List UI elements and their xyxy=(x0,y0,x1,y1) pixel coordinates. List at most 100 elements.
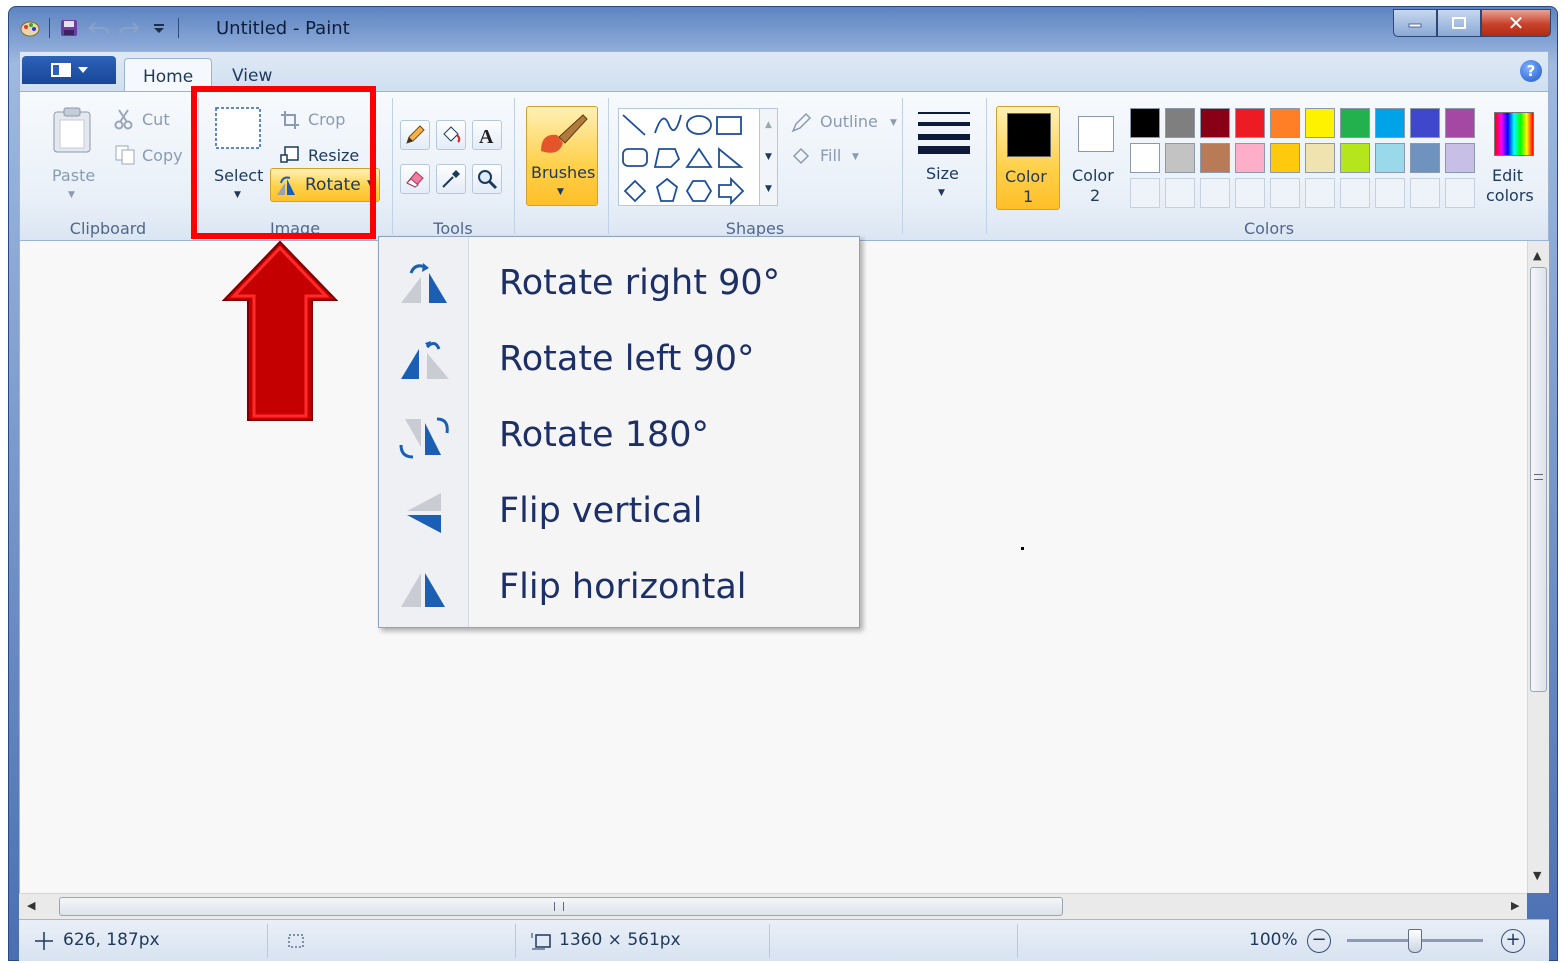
cut-button[interactable]: Cut xyxy=(114,108,194,136)
maximize-button[interactable] xyxy=(1437,9,1481,37)
shapes-group: ▲ ▼ ▼ Outline ▼ Fill ▼ Shapes xyxy=(610,92,900,240)
custom-color-slot[interactable] xyxy=(1445,178,1475,208)
palette-swatch[interactable] xyxy=(1235,108,1265,138)
zoom-out-button[interactable]: − xyxy=(1307,929,1331,953)
color-picker-tool[interactable] xyxy=(436,164,466,194)
zoom-in-icon: + xyxy=(1505,929,1521,950)
canvas-size: 1360 × 561px xyxy=(559,930,681,950)
quick-access-toolbar xyxy=(19,17,179,39)
rotate-180-icon xyxy=(399,417,449,459)
magnifier-tool[interactable] xyxy=(472,164,502,194)
title-bar: Untitled - Paint ✕ xyxy=(9,7,1557,51)
minimize-button[interactable] xyxy=(1393,9,1437,37)
custom-color-slot[interactable] xyxy=(1130,178,1160,208)
color2-button[interactable]: Color 2 xyxy=(1064,106,1128,210)
zoom-slider-thumb[interactable] xyxy=(1408,929,1422,953)
minimize-icon xyxy=(1408,23,1422,28)
palette-swatch[interactable] xyxy=(1340,108,1370,138)
fill-tool[interactable] xyxy=(436,120,466,150)
color1-label: Color xyxy=(1005,167,1047,186)
custom-color-slot[interactable] xyxy=(1200,178,1230,208)
custom-color-slot[interactable] xyxy=(1235,178,1265,208)
palette-swatch[interactable] xyxy=(1305,143,1335,173)
palette-swatch[interactable] xyxy=(1270,143,1300,173)
undo-icon[interactable] xyxy=(88,17,110,39)
custom-color-slot[interactable] xyxy=(1305,178,1335,208)
paste-button[interactable]: Paste ▼ xyxy=(40,100,104,206)
outline-button[interactable]: Outline ▼ xyxy=(790,112,900,138)
pencil-icon xyxy=(406,125,425,144)
close-button[interactable]: ✕ xyxy=(1481,9,1551,37)
paint-app-icon[interactable] xyxy=(19,17,41,39)
eraser-tool[interactable] xyxy=(400,164,430,194)
brushes-button[interactable]: Brushes ▼ xyxy=(526,106,598,206)
save-icon[interactable] xyxy=(58,17,80,39)
scroll-down-icon[interactable]: ▼ xyxy=(1533,869,1541,882)
menu-item-rotate-180[interactable]: Rotate 180° xyxy=(379,395,859,471)
image-group-highlight-box xyxy=(191,86,376,239)
pencil-tool[interactable] xyxy=(400,120,430,150)
palette-swatch[interactable] xyxy=(1375,143,1405,173)
size-button[interactable]: Size ▼ xyxy=(912,106,976,206)
menu-item-rotate-left[interactable]: Rotate left 90° xyxy=(379,319,859,395)
palette-swatch[interactable] xyxy=(1375,108,1405,138)
outline-icon xyxy=(791,112,812,133)
custom-color-slot[interactable] xyxy=(1410,178,1440,208)
redo-icon[interactable] xyxy=(118,17,140,39)
palette-swatch[interactable] xyxy=(1165,143,1195,173)
shapes-gallery[interactable]: ▲ ▼ ▼ xyxy=(618,108,778,206)
palette-swatch[interactable] xyxy=(1200,143,1230,173)
color-palette xyxy=(1130,108,1480,212)
rotate-180-label: Rotate 180° xyxy=(499,415,710,455)
palette-swatch[interactable] xyxy=(1410,143,1440,173)
clipboard-group-label: Clipboard xyxy=(69,219,147,238)
vertical-scroll-thumb[interactable] xyxy=(1530,267,1547,692)
custom-color-slot[interactable] xyxy=(1270,178,1300,208)
menu-item-flip-vertical[interactable]: Flip vertical xyxy=(379,471,859,547)
palette-swatch[interactable] xyxy=(1200,108,1230,138)
menu-item-rotate-right[interactable]: Rotate right 90° xyxy=(379,243,859,319)
color2-swatch xyxy=(1078,116,1114,152)
text-tool[interactable]: A xyxy=(472,120,502,150)
copy-label: Copy xyxy=(142,146,183,165)
fill-button[interactable]: Fill ▼ xyxy=(790,146,870,172)
edit-colors-button[interactable]: Edit colors xyxy=(1482,106,1546,210)
magnifier-icon xyxy=(478,170,498,190)
scroll-left-icon[interactable]: ◀ xyxy=(27,899,35,912)
paint-menu-button[interactable] xyxy=(22,56,116,84)
clipboard-group: Paste ▼ Cut Copy Clipboard xyxy=(20,92,196,240)
palette-swatch[interactable] xyxy=(1445,108,1475,138)
horizontal-scrollbar[interactable]: ◀ ▶ xyxy=(19,893,1527,919)
palette-swatch[interactable] xyxy=(1130,143,1160,173)
line-size-icon xyxy=(918,112,970,154)
palette-swatch[interactable] xyxy=(1130,108,1160,138)
custom-color-slot[interactable] xyxy=(1165,178,1195,208)
maximize-icon xyxy=(1452,17,1466,29)
palette-swatch[interactable] xyxy=(1410,108,1440,138)
vertical-scrollbar[interactable]: ▲ ▼ xyxy=(1527,241,1549,893)
canvas-pixel-dot xyxy=(1021,547,1024,550)
customize-qat-icon[interactable] xyxy=(148,17,170,39)
color1-button[interactable]: Color 1 xyxy=(996,106,1060,210)
horizontal-scroll-thumb[interactable] xyxy=(59,897,1063,916)
custom-color-slot[interactable] xyxy=(1340,178,1370,208)
palette-swatch[interactable] xyxy=(1165,108,1195,138)
scroll-right-icon[interactable]: ▶ xyxy=(1511,899,1519,912)
palette-swatch[interactable] xyxy=(1340,143,1370,173)
scroll-up-icon[interactable]: ▲ xyxy=(1533,249,1541,262)
flip-vertical-icon xyxy=(407,493,441,533)
paste-label: Paste xyxy=(52,166,96,185)
palette-swatch[interactable] xyxy=(1445,143,1475,173)
brushes-label: Brushes xyxy=(531,163,596,182)
menu-item-flip-horizontal[interactable]: Flip horizontal xyxy=(379,547,859,623)
palette-swatch[interactable] xyxy=(1235,143,1265,173)
custom-color-slot[interactable] xyxy=(1375,178,1405,208)
brush-icon xyxy=(541,114,588,153)
help-icon[interactable]: ? xyxy=(1520,60,1542,82)
menu-icon xyxy=(51,63,71,77)
copy-button[interactable]: Copy xyxy=(114,144,194,172)
window-title: Untitled - Paint xyxy=(216,18,350,39)
palette-swatch[interactable] xyxy=(1270,108,1300,138)
palette-swatch[interactable] xyxy=(1305,108,1335,138)
zoom-in-button[interactable]: + xyxy=(1501,929,1525,953)
